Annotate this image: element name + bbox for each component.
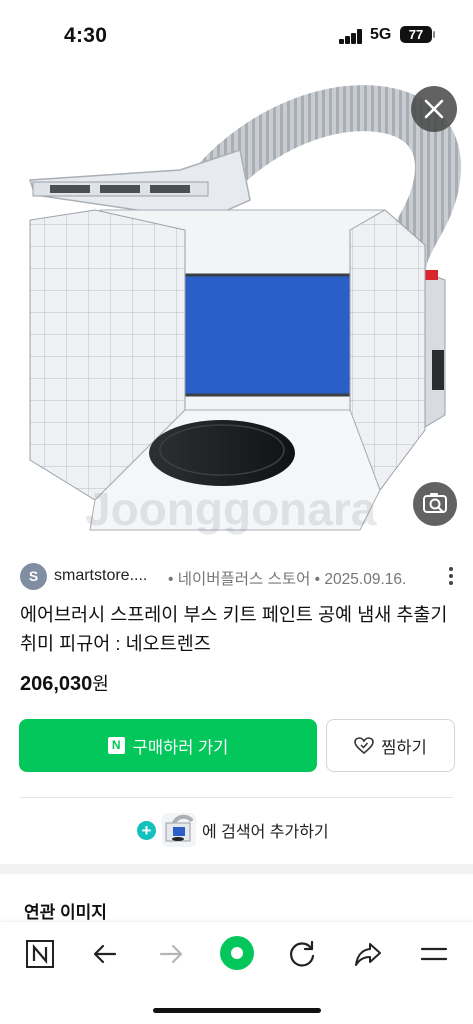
plus-icon: + [137,820,156,840]
related-images-heading: 연관 이미지 [24,903,107,922]
store-name-link[interactable]: smartstore.... [54,567,147,585]
close-button[interactable] [411,86,457,132]
price-value: 206,030 [20,673,93,695]
home-indicator [153,1008,321,1013]
spray-booth-image: Joonggonara [0,70,473,542]
product-image[interactable]: Joonggonara [0,70,473,542]
buy-button-label: 구매하러 가기 [132,738,229,757]
menu-icon[interactable] [416,936,452,972]
naver-n-logo-icon: N [107,737,125,754]
buy-button[interactable]: N 구매하러 가기 [19,719,317,772]
browser-toolbar [0,922,473,1024]
image-search-button[interactable] [413,482,457,526]
status-bar: 4:30 5G 77 [0,0,473,70]
battery-tip [433,31,435,38]
price-currency: 원 [92,674,109,694]
camera-search-icon [423,493,447,513]
add-search-term-button[interactable]: + 에 검색어 추가하기 [137,813,329,847]
share-icon[interactable] [350,936,386,972]
naver-n-icon[interactable] [22,936,58,972]
network-type: 5G [370,26,392,43]
product-thumbnail-icon [162,813,196,847]
cellular-signal-icon [339,28,365,44]
section-separator [0,864,473,874]
reload-icon[interactable] [284,936,320,972]
heart-icon [354,736,375,754]
source-row: S smartstore.... • 네이버플러스 스토어 • 2025.09.… [20,563,460,593]
battery-icon: 77 [400,26,432,43]
product-title[interactable]: 에어브러시 스프레이 부스 키트 페인트 공예 냄새 추출기 취미 피규어 : … [20,600,450,658]
forward-arrow-icon[interactable] [153,936,189,972]
store-meta: • 네이버플러스 스토어 • 2025.09.16. [168,571,407,588]
product-price: 206,030원 [20,670,109,696]
add-search-label: 에 검색어 추가하기 [202,824,329,841]
wishlist-button[interactable]: 찜하기 [326,719,455,772]
divider [20,797,453,798]
wishlist-label: 찜하기 [381,738,427,757]
close-icon [424,99,444,119]
store-avatar: S [20,563,47,590]
back-arrow-icon[interactable] [87,936,123,972]
green-dot-home-icon[interactable] [218,934,256,972]
more-options-icon[interactable] [448,565,454,587]
status-time: 4:30 [64,24,108,47]
watermark-text: Joonggonara [85,483,377,535]
